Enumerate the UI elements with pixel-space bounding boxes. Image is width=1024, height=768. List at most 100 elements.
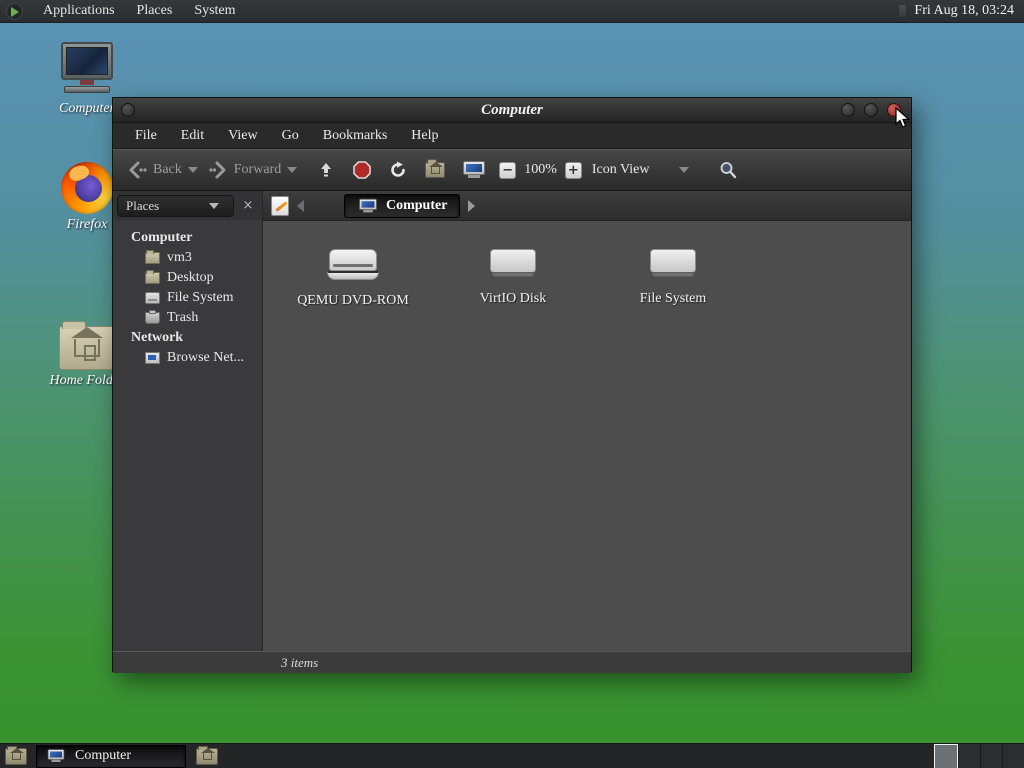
- back-dropdown-icon[interactable]: [187, 167, 198, 173]
- taskbar-window-label: Computer: [75, 748, 131, 763]
- forward-button[interactable]: Forward: [204, 156, 285, 184]
- sidebar-item-label: vm3: [167, 250, 192, 265]
- back-label: Back: [153, 162, 182, 177]
- hard-disk-icon: [488, 249, 538, 281]
- view-mode-label: Icon View: [591, 162, 650, 177]
- main-pane: Computer QEMU DVD-ROM VirtIO Disk File S…: [263, 191, 911, 651]
- sidebar-panel-selector[interactable]: Places: [117, 194, 234, 217]
- home-folder-icon: [59, 321, 115, 370]
- chevron-down-icon: [209, 202, 219, 209]
- menu-view[interactable]: View: [216, 125, 269, 147]
- distro-logo-icon[interactable]: [6, 2, 23, 20]
- search-button[interactable]: [715, 157, 741, 183]
- sidebar-item-file-system[interactable]: File System: [113, 288, 262, 308]
- workspace-switcher: [934, 743, 1024, 768]
- sidebar-panel-label: Places: [126, 197, 160, 213]
- path-scroll-left-icon[interactable]: [297, 199, 304, 212]
- sidebar-item-desktop[interactable]: Desktop: [113, 268, 262, 288]
- home-launcher-icon[interactable]: [196, 745, 218, 765]
- search-icon: [721, 162, 737, 179]
- pathbar: Computer: [263, 191, 911, 221]
- path-button-label: Computer: [386, 197, 448, 213]
- places-tree: Computer vm3 Desktop File System Trash N…: [113, 220, 262, 368]
- status-item-count: 3 items: [281, 654, 319, 670]
- home-button[interactable]: [421, 158, 449, 182]
- workspace-3[interactable]: [980, 743, 1002, 768]
- file-item-virtio-disk[interactable]: VirtIO Disk: [433, 249, 593, 307]
- file-icon-view[interactable]: QEMU DVD-ROM VirtIO Disk File System: [263, 221, 911, 651]
- menu-go[interactable]: Go: [270, 125, 311, 147]
- stop-icon: [353, 161, 372, 179]
- workspace-4[interactable]: [1002, 743, 1024, 768]
- forward-label: Forward: [233, 162, 282, 177]
- back-button[interactable]: Back: [123, 156, 186, 184]
- tree-header-computer[interactable]: Computer: [113, 228, 262, 248]
- maximize-button[interactable]: [864, 103, 878, 117]
- menu-bookmarks[interactable]: Bookmarks: [311, 125, 400, 147]
- file-label: File System: [639, 291, 707, 306]
- file-manager-window: Computer File Edit View Go Bookmarks Hel…: [112, 97, 912, 673]
- workspace-2[interactable]: [958, 743, 980, 768]
- menu-system[interactable]: System: [183, 1, 246, 21]
- titlebar[interactable]: Computer: [113, 98, 911, 123]
- sidebar-item-label: File System: [167, 290, 234, 305]
- stop-button[interactable]: [349, 157, 375, 183]
- file-label: VirtIO Disk: [479, 291, 547, 306]
- path-button-computer[interactable]: Computer: [344, 193, 461, 218]
- sidebar-item-label: Browse Net...: [167, 350, 244, 365]
- toolbar: Back Forward − 100% + Icon View: [113, 149, 911, 191]
- clock[interactable]: Fri Aug 18, 03:24: [914, 3, 1014, 19]
- statusbar: 3 items: [113, 651, 911, 673]
- refresh-button[interactable]: [385, 157, 411, 183]
- view-mode-dropdown-icon[interactable]: [679, 167, 690, 173]
- forward-dropdown-icon[interactable]: [287, 167, 298, 173]
- file-item-qemu-dvd-rom[interactable]: QEMU DVD-ROM: [273, 249, 433, 309]
- hard-disk-icon: [648, 249, 698, 281]
- optical-drive-icon: [325, 249, 381, 283]
- home-folder-icon: [145, 250, 160, 264]
- sidebar-item-label: Trash: [167, 310, 199, 325]
- path-scroll-right-icon[interactable]: [468, 199, 476, 212]
- computer-icon: [359, 198, 377, 212]
- sidebar-item-label: Desktop: [167, 270, 214, 285]
- sidebar-item-trash[interactable]: Trash: [113, 308, 262, 328]
- sidebar-item-vm3[interactable]: vm3: [113, 248, 262, 268]
- mouse-cursor: [895, 107, 910, 128]
- tree-header-network[interactable]: Network: [113, 328, 262, 348]
- menu-places[interactable]: Places: [126, 1, 184, 21]
- tray-icon[interactable]: [899, 5, 907, 17]
- back-arrow-icon: [129, 161, 147, 179]
- sidebar-close-button[interactable]: ×: [238, 196, 258, 216]
- computer-icon: [47, 749, 65, 763]
- folder-icon: [145, 270, 160, 284]
- refresh-icon: [391, 161, 406, 177]
- menu-edit[interactable]: Edit: [169, 125, 216, 147]
- edit-location-icon[interactable]: [271, 195, 289, 216]
- window-menu-button[interactable]: [121, 103, 135, 117]
- show-desktop-icon[interactable]: [5, 745, 27, 765]
- up-button[interactable]: [313, 157, 339, 183]
- drive-icon: [145, 292, 160, 304]
- desktop: Applications Places System Fri Aug 18, 0…: [0, 0, 1024, 768]
- taskbar-window-button[interactable]: Computer: [36, 744, 186, 768]
- sidebar: Places × Computer vm3 Desktop File Syste…: [113, 191, 263, 651]
- computer-location-button[interactable]: [459, 157, 489, 183]
- menubar: File Edit View Go Bookmarks Help: [113, 123, 911, 149]
- sidebar-item-browse-network[interactable]: Browse Net...: [113, 348, 262, 368]
- workspace-1[interactable]: [934, 743, 958, 768]
- home-icon: [425, 159, 446, 178]
- menu-help[interactable]: Help: [399, 125, 450, 147]
- computer-icon: [58, 42, 116, 98]
- trash-icon: [145, 310, 160, 324]
- zoom-out-button[interactable]: −: [499, 161, 517, 179]
- file-label: QEMU DVD-ROM: [297, 293, 409, 308]
- minimize-button[interactable]: [841, 103, 855, 117]
- menu-applications[interactable]: Applications: [32, 1, 126, 21]
- zoom-in-button[interactable]: +: [564, 161, 582, 179]
- computer-icon: [463, 161, 486, 179]
- menu-file[interactable]: File: [123, 125, 169, 147]
- up-arrow-icon: [321, 163, 332, 177]
- file-item-file-system[interactable]: File System: [593, 249, 753, 307]
- forward-arrow-icon: [209, 161, 226, 179]
- zoom-level: 100%: [524, 162, 557, 177]
